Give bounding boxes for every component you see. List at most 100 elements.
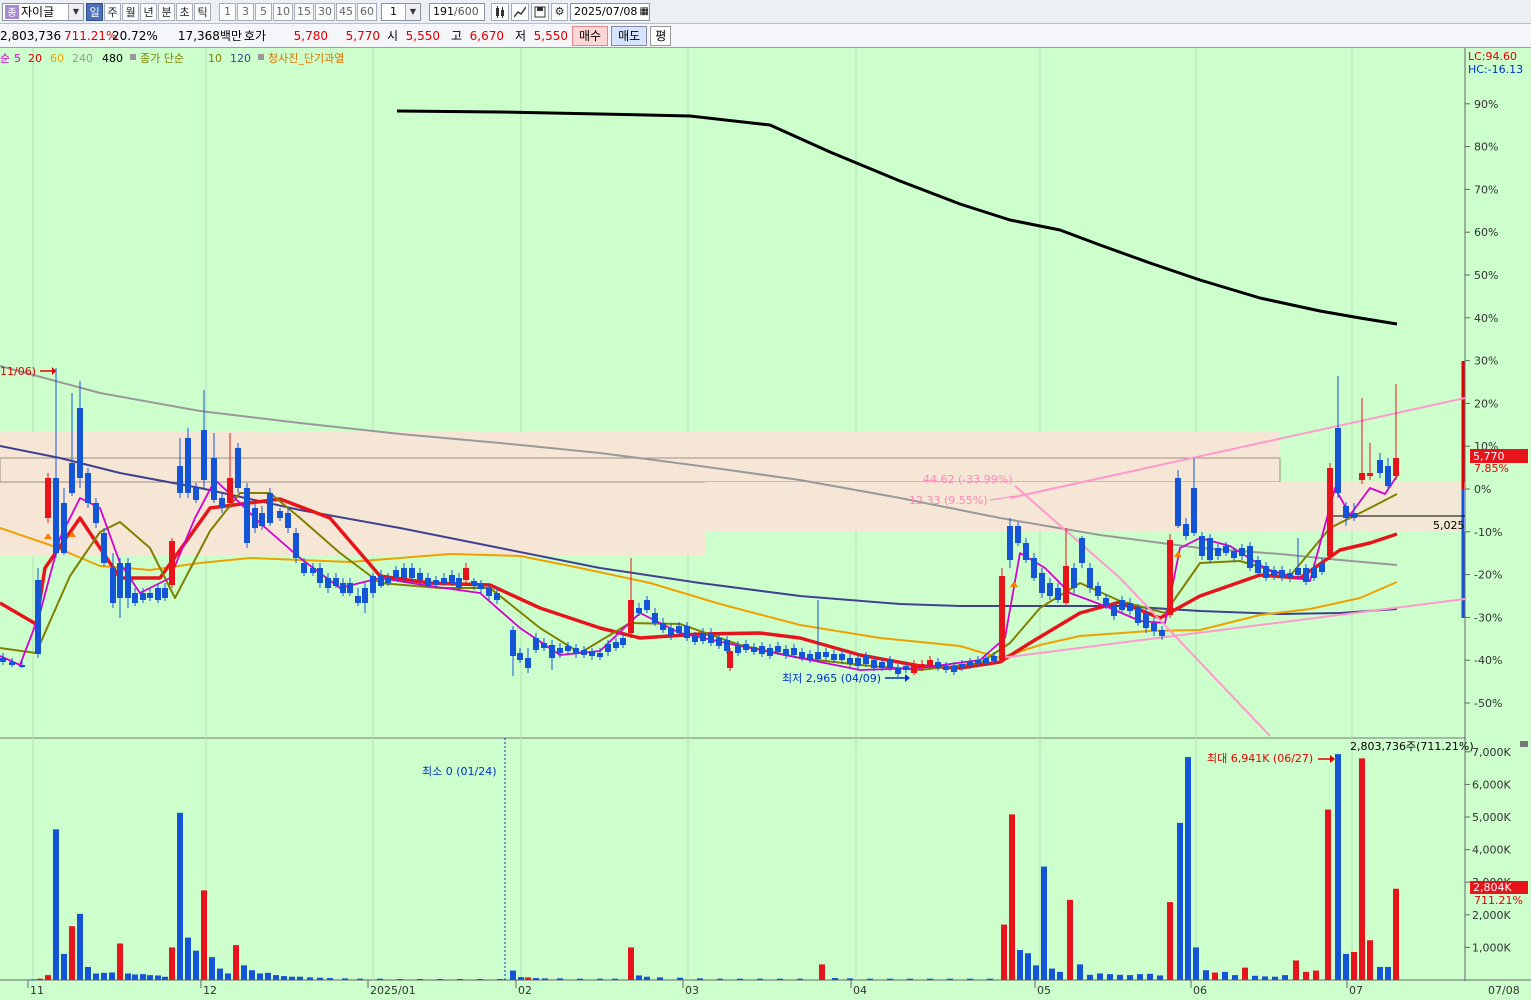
interval-button-5[interactable]: 5	[255, 2, 272, 21]
candle-body	[983, 658, 989, 663]
candle-body	[1175, 478, 1181, 526]
interval-button-3[interactable]: 3	[237, 2, 254, 21]
candle-body	[1159, 630, 1165, 636]
candle-body	[1047, 583, 1053, 596]
chevron-down-icon[interactable]: ▼	[68, 3, 83, 20]
candle-icon[interactable]	[491, 2, 509, 21]
volume-bar	[289, 976, 295, 980]
price-tick-label: 90%	[1474, 98, 1498, 111]
volume-bar	[657, 977, 663, 980]
period-button-6[interactable]: 틱	[194, 2, 211, 21]
candle-body	[636, 608, 642, 613]
candle-body	[293, 533, 299, 558]
legend-ma: 5 20 60 240 480 종가 단순 10 120 청사진_단기과열	[14, 52, 344, 65]
candle-body	[1359, 473, 1365, 480]
period-button-3[interactable]: 년	[140, 2, 157, 21]
chevron-down-icon[interactable]: ▼	[405, 3, 420, 20]
candle-body	[903, 666, 909, 670]
sell-button[interactable]: 매도	[611, 25, 648, 46]
candle-body	[1343, 506, 1349, 518]
interval-button-10[interactable]: 10	[273, 2, 293, 21]
volume-bar	[93, 973, 99, 980]
volume-bar	[1107, 974, 1113, 980]
candle-body	[1207, 538, 1213, 560]
candle-body	[660, 623, 666, 630]
pane-collapse-icon[interactable]	[1520, 741, 1528, 747]
interval-button-15[interactable]: 15	[294, 2, 314, 21]
volume-bar	[437, 979, 443, 981]
volume-bar	[644, 976, 650, 980]
candle-body	[613, 642, 619, 648]
volume-bar	[1001, 924, 1007, 980]
stock-name: 자이글	[21, 5, 55, 19]
trendline-icon[interactable]	[511, 2, 529, 21]
count-input[interactable]: 191 /600	[429, 2, 485, 21]
price-tick-label: -30%	[1474, 611, 1502, 624]
volume-bar	[907, 978, 913, 980]
volume-bar	[225, 973, 231, 980]
volume-bar	[297, 976, 303, 980]
candle-body	[589, 652, 595, 656]
save-icon[interactable]	[531, 2, 549, 21]
volume-bar	[77, 913, 83, 980]
volume-bar	[1117, 974, 1123, 980]
trend-box-text-2: 12.33 (9.55%)	[909, 494, 988, 507]
candle-body	[401, 568, 407, 578]
volume-bar	[1393, 888, 1399, 980]
volume-bar	[147, 975, 153, 980]
candle-body	[235, 448, 241, 488]
candle-body	[340, 583, 346, 593]
stock-selector[interactable]: 종 자이글 ▼	[2, 2, 84, 21]
interval-combo[interactable]: 1 ▼	[381, 2, 421, 21]
trend-box-text-1: 44.62 (-33.99%)	[923, 473, 1012, 486]
volume-bar	[1127, 975, 1133, 980]
volume-bar	[819, 964, 825, 980]
period-button-5[interactable]: 초	[176, 2, 193, 21]
candle-body	[1055, 588, 1061, 600]
legend-ma-60: 60	[50, 52, 64, 65]
interval-button-45[interactable]: 45	[336, 2, 356, 21]
buy-button[interactable]: 매수	[572, 25, 609, 46]
volume-bar	[1017, 950, 1023, 980]
period-button-4[interactable]: 분	[158, 2, 175, 21]
interval-button-1[interactable]: 1	[219, 2, 236, 21]
candle-body	[1143, 613, 1149, 628]
candle-body	[1191, 488, 1197, 533]
legend-prefix: 순	[0, 52, 10, 65]
volume-bar	[1293, 960, 1299, 980]
candle-body	[692, 636, 698, 642]
stock-chart[interactable]: 90%80%70%60%50%40%30%20%10%0%-10%-20%-30…	[0, 48, 1531, 1000]
candle-body	[751, 647, 757, 652]
interval-button-60[interactable]: 60	[357, 2, 377, 21]
legend-ma-5: 5	[14, 52, 21, 65]
gear-icon[interactable]: ⚙	[551, 2, 568, 21]
candle-body	[541, 643, 547, 648]
calendar-icon[interactable]: ▦	[640, 6, 649, 17]
candle-body	[1007, 526, 1013, 560]
volume-bar	[887, 978, 893, 980]
period-button-0[interactable]: 일	[86, 2, 103, 21]
candle-body	[77, 408, 83, 478]
period-button-1[interactable]: 주	[104, 2, 121, 21]
interval-button-30[interactable]: 30	[315, 2, 335, 21]
candle-body	[259, 513, 265, 526]
candle-body	[1015, 526, 1021, 543]
candle-body	[433, 580, 439, 585]
volume-bar	[61, 953, 67, 980]
date-input[interactable]: 2025/07/08 ▦	[570, 2, 650, 21]
volume-bar	[1193, 947, 1199, 980]
volume-bar	[342, 978, 348, 980]
volume-bar	[1077, 964, 1083, 980]
volume-bar	[1377, 966, 1383, 980]
candle-body	[370, 576, 376, 593]
x-tick-label: 11	[30, 984, 44, 997]
candle-body	[927, 660, 933, 665]
reference-price-label: 5,025	[1433, 519, 1465, 532]
period-button-2[interactable]: 월	[122, 2, 139, 21]
candle-body	[1247, 546, 1253, 568]
volume-bar	[737, 978, 743, 980]
volume-bar	[1041, 866, 1047, 980]
flat-button[interactable]: 평	[650, 25, 672, 46]
volume-bar	[832, 978, 838, 980]
candle-body	[101, 533, 107, 563]
